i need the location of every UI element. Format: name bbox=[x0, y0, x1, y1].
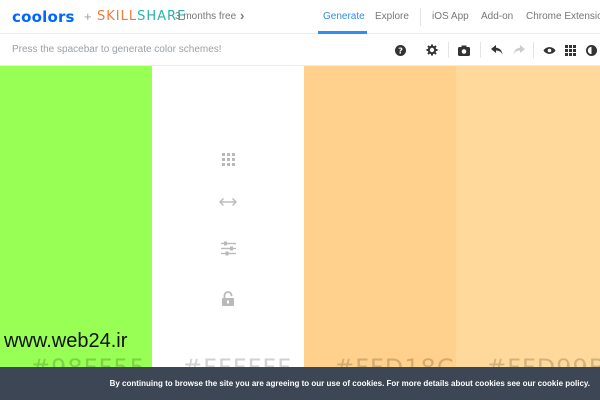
toolbar: Press the spacebar to generate color sch… bbox=[0, 34, 600, 66]
undo-icon[interactable] bbox=[489, 42, 505, 58]
view-icon[interactable] bbox=[541, 42, 557, 58]
skillshare-logo-part-a: SKILL bbox=[97, 9, 138, 24]
toolbar-divider bbox=[533, 42, 534, 58]
svg-text:?: ? bbox=[398, 45, 403, 55]
color-swatch[interactable]: #FFD99B bbox=[456, 66, 600, 400]
settings-icon[interactable] bbox=[424, 42, 440, 58]
nav-generate[interactable]: Generate bbox=[323, 11, 365, 22]
nav-explore[interactable]: Explore bbox=[375, 11, 409, 22]
nav-ios-app[interactable]: iOS App bbox=[432, 11, 469, 22]
cookie-banner: By continuing to browse the site you are… bbox=[0, 367, 600, 400]
lock-icon[interactable] bbox=[218, 288, 238, 308]
swap-icon[interactable] bbox=[218, 192, 238, 212]
adjust-icon[interactable] bbox=[583, 42, 599, 58]
drag-icon[interactable] bbox=[218, 149, 238, 169]
grid-icon[interactable] bbox=[562, 42, 578, 58]
redo-icon[interactable] bbox=[511, 42, 527, 58]
toolbar-divider bbox=[448, 42, 449, 58]
nav-add-on[interactable]: Add-on bbox=[481, 11, 513, 22]
cookie-banner-text: By continuing to browse the site you are… bbox=[109, 379, 590, 388]
plus-sign: + bbox=[84, 9, 92, 24]
coolors-logo[interactable]: coolors bbox=[12, 8, 75, 26]
adjust-sliders-icon[interactable] bbox=[218, 238, 238, 258]
promo-link[interactable]: 3 months free bbox=[175, 11, 236, 22]
nav-chrome-extension[interactable]: Chrome Extension bbox=[526, 11, 600, 22]
skillshare-logo[interactable]: SKILLSHARE bbox=[97, 9, 186, 24]
color-swatch[interactable]: #FFFFFF bbox=[152, 66, 304, 400]
spacebar-hint: Press the spacebar to generate color sch… bbox=[12, 44, 222, 55]
nav-divider bbox=[420, 8, 421, 26]
camera-icon[interactable] bbox=[456, 42, 472, 58]
top-bar: coolors + SKILLSHARE 3 months free › Gen… bbox=[0, 0, 600, 34]
toolbar-divider bbox=[480, 42, 481, 58]
watermark-text: www.web24.ir bbox=[4, 330, 128, 352]
color-swatch[interactable]: #FFD18C bbox=[304, 66, 456, 400]
help-icon[interactable]: ? bbox=[392, 42, 408, 58]
chevron-right-icon[interactable]: › bbox=[240, 8, 244, 23]
